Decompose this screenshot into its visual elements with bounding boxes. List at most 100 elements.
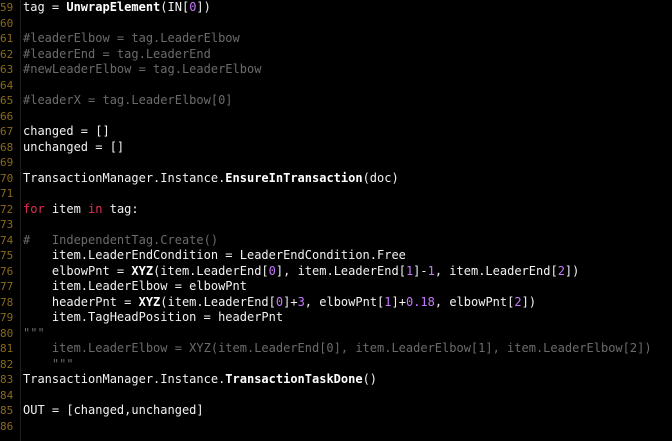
code-token: ]) — [521, 294, 537, 309]
line-number: 75 — [0, 249, 14, 262]
code-line[interactable]: 73 — [0, 217, 672, 232]
code-line[interactable]: 69 — [0, 155, 672, 170]
line-number: 85 — [0, 404, 14, 417]
code-token: ]+ — [391, 294, 406, 309]
code-token: 2 — [514, 294, 522, 309]
code-text: """ — [23, 357, 74, 372]
code-token: # IndependentTag.Create() — [23, 232, 219, 247]
line-number: 80 — [0, 326, 14, 340]
line-number: 67 — [0, 125, 14, 138]
code-line[interactable]: 80 """ — [0, 326, 672, 341]
code-line[interactable]: 70 TransactionManager.Instance.EnsureInTr… — [0, 171, 672, 186]
line-number: 74 — [0, 233, 14, 247]
code-text: headerPnt = XYZ(item.LeaderEnd[0]+3, elb… — [23, 295, 536, 310]
code-token: item — [44, 201, 89, 216]
code-token: ], item.LeaderEnd[ — [275, 263, 406, 278]
code-text: #leaderElbow = tag.LeaderElbow — [23, 31, 240, 46]
line-number: 72 — [0, 202, 14, 216]
code-token: ]- — [413, 263, 428, 278]
line-number: 60 — [0, 16, 14, 30]
code-token: , elbowPnt[ — [304, 294, 385, 309]
line-number: 84 — [0, 388, 14, 402]
code-line[interactable]: 59 tag = UnwrapElement(IN[0]) — [0, 0, 672, 15]
code-editor[interactable]: 59 tag = UnwrapElement(IN[0]) 60 61 #leaderE… — [0, 0, 672, 441]
code-token: TransactionManager.Instance. — [23, 372, 226, 386]
code-line[interactable]: 75 item.LeaderEndCondition = LeaderEndCo… — [0, 248, 672, 263]
code-line[interactable]: 76 elbowPnt = XYZ(item.LeaderEnd[0], ite… — [0, 264, 672, 279]
line-number: 79 — [0, 311, 14, 324]
line-number: 63 — [0, 63, 14, 76]
code-token: ]) — [196, 0, 211, 14]
code-line[interactable]: 71 — [0, 186, 672, 201]
line-number: 68 — [0, 140, 14, 154]
code-text: # IndependentTag.Create() — [23, 233, 218, 248]
code-token: EnsureInTransaction — [225, 170, 363, 185]
code-line[interactable]: 65 #leaderX = tag.LeaderElbow[0] — [0, 93, 672, 108]
code-line[interactable]: 77 item.LeaderElbow = elbowPnt — [0, 279, 672, 294]
code-line[interactable]: 66 — [0, 109, 672, 124]
code-token: ]) — [564, 263, 580, 278]
code-token: TransactionManager.Instance. — [23, 170, 226, 185]
line-number: 81 — [0, 342, 14, 355]
code-token: changed = [] — [23, 124, 110, 138]
code-line[interactable]: 68 unchanged = [] — [0, 140, 672, 155]
code-line[interactable]: 61 #leaderElbow = tag.LeaderElbow — [0, 31, 672, 46]
code-token: #leaderEnd = tag.LeaderEnd — [23, 46, 211, 61]
code-token: XYZ — [138, 294, 161, 309]
code-token: """ — [23, 325, 45, 340]
code-token: , item.LeaderEnd[ — [434, 263, 558, 278]
code-token: headerPnt = — [23, 294, 139, 309]
code-line[interactable]: 63 #newLeaderElbow = tag.LeaderElbow — [0, 62, 672, 77]
code-line[interactable]: 79 item.TagHeadPosition = headerPnt — [0, 310, 672, 325]
line-number: 66 — [0, 109, 14, 123]
code-token: (item.LeaderEnd[ — [160, 294, 276, 309]
code-text: item.LeaderElbow = elbowPnt — [23, 279, 247, 294]
line-number: 83 — [0, 373, 14, 386]
code-text: OUT = [changed,unchanged] — [23, 403, 204, 418]
code-token: UnwrapElement — [66, 0, 161, 14]
code-token: 1 — [427, 263, 435, 278]
code-token: for — [23, 201, 45, 216]
code-token: item.LeaderElbow = elbowPnt — [23, 279, 247, 293]
code-line[interactable]: 84 — [0, 388, 672, 403]
code-text: #newLeaderElbow = tag.LeaderElbow — [23, 62, 261, 77]
code-line[interactable]: 83 TransactionManager.Instance.Transactio… — [0, 372, 672, 387]
code-line[interactable]: 81 item.LeaderElbow = XYZ(item.LeaderEnd… — [0, 341, 672, 356]
line-number: 62 — [0, 47, 14, 61]
line-number: 77 — [0, 280, 14, 293]
code-text: item.LeaderEndCondition = LeaderEndCondi… — [23, 248, 406, 263]
code-line[interactable]: 82 """ — [0, 357, 672, 372]
code-token: tag = — [23, 0, 67, 14]
line-number: 71 — [0, 187, 14, 200]
line-number: 64 — [0, 78, 14, 92]
code-line[interactable]: 62 #leaderEnd = tag.LeaderEnd — [0, 47, 672, 62]
code-text: changed = [] — [23, 124, 110, 139]
code-line[interactable]: 67 changed = [] — [0, 124, 672, 139]
line-number: 69 — [0, 156, 14, 169]
code-token: """ — [23, 356, 74, 371]
code-token: , elbowPnt[ — [434, 294, 515, 309]
code-line[interactable]: 86 — [0, 419, 672, 434]
code-token: TransactionTaskDone — [225, 372, 363, 386]
code-line[interactable]: 64 — [0, 78, 672, 93]
code-token: OUT = [changed,unchanged] — [23, 403, 204, 417]
code-token: 3 — [297, 294, 305, 309]
code-token: 0.18 — [405, 294, 435, 309]
code-token: tag: — [102, 201, 139, 216]
code-text: TransactionManager.Instance.TransactionT… — [23, 372, 377, 387]
code-token: 0 — [268, 263, 276, 278]
code-text: """ — [23, 326, 45, 341]
line-number: 76 — [0, 264, 14, 278]
code-text: unchanged = [] — [23, 140, 124, 155]
code-text: elbowPnt = XYZ(item.LeaderEnd[0], item.L… — [23, 264, 579, 279]
code-token: #newLeaderElbow = tag.LeaderElbow — [23, 62, 262, 76]
code-line[interactable]: 74 # IndependentTag.Create() — [0, 233, 672, 248]
code-token: 2 — [557, 263, 565, 278]
code-line[interactable]: 60 — [0, 16, 672, 31]
code-text: #leaderX = tag.LeaderElbow[0] — [23, 93, 233, 108]
code-line[interactable]: 72 for item in tag: — [0, 202, 672, 217]
code-text: item.LeaderElbow = XYZ(item.LeaderEnd[0]… — [23, 341, 652, 356]
code-text: tag = UnwrapElement(IN[0]) — [23, 0, 211, 15]
code-line[interactable]: 78 headerPnt = XYZ(item.LeaderEnd[0]+3, … — [0, 295, 672, 310]
code-line[interactable]: 85 OUT = [changed,unchanged] — [0, 403, 672, 418]
